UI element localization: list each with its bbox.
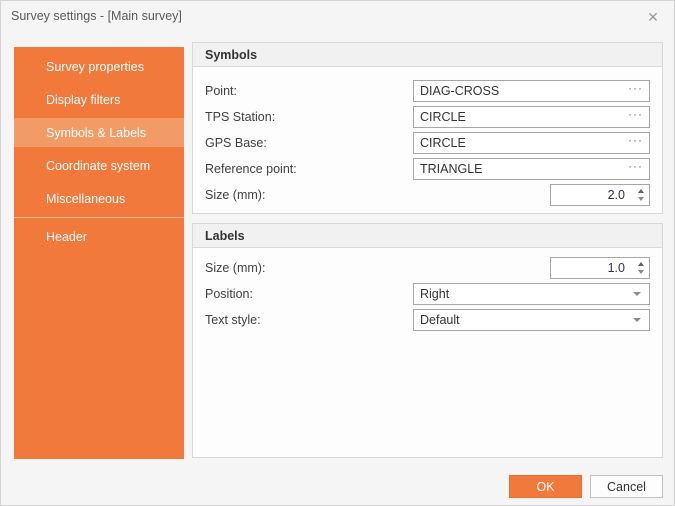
close-icon[interactable]: ✕ (644, 8, 662, 26)
sidebar-item-miscellaneous[interactable]: Miscellaneous (14, 184, 184, 213)
label-size-value: 1.0 (551, 261, 632, 275)
gps-base-symbol-value: CIRCLE (414, 136, 628, 150)
gps-base-symbol-field[interactable]: CIRCLE ··· (413, 132, 650, 154)
gps-base-label: GPS Base: (205, 136, 267, 150)
sidebar-item-label: Header (46, 230, 87, 244)
window-title: Survey settings - [Main survey] (11, 9, 182, 23)
point-row: Point: DIAG-CROSS ··· (205, 80, 650, 102)
label-size-row: Size (mm): 1.0 (205, 257, 650, 279)
text-style-label: Text style: (205, 313, 261, 327)
text-style-select[interactable]: Default (413, 309, 650, 331)
text-style-row: Text style: Default (205, 309, 650, 331)
symbol-size-stepper[interactable]: 2.0 (550, 184, 650, 206)
spin-up-icon[interactable] (638, 262, 644, 266)
point-symbol-value: DIAG-CROSS (414, 84, 628, 98)
sidebar-divider (14, 217, 184, 218)
reference-point-label: Reference point: (205, 162, 297, 176)
sidebar-item-symbols-labels[interactable]: Symbols & Labels (14, 118, 184, 147)
reference-point-symbol-field[interactable]: TRIANGLE ··· (413, 158, 650, 180)
symbol-size-value: 2.0 (551, 188, 632, 202)
ok-button[interactable]: OK (509, 475, 582, 498)
spin-down-icon[interactable] (638, 197, 644, 201)
browse-ellipsis-icon[interactable]: ··· (628, 109, 649, 125)
tps-station-symbol-field[interactable]: CIRCLE ··· (413, 106, 650, 128)
chevron-down-icon (633, 292, 641, 296)
sidebar-item-label: Symbols & Labels (46, 126, 146, 140)
spin-down-icon[interactable] (638, 270, 644, 274)
browse-ellipsis-icon[interactable]: ··· (628, 161, 649, 177)
sidebar-item-display-filters[interactable]: Display filters (14, 85, 184, 114)
label-position-label: Position: (205, 287, 253, 301)
label-size-label: Size (mm): (205, 261, 265, 275)
sidebar-item-header[interactable]: Header (14, 222, 184, 251)
symbols-group: Symbols Point: DIAG-CROSS ··· TPS Statio… (192, 42, 663, 214)
point-symbol-field[interactable]: DIAG-CROSS ··· (413, 80, 650, 102)
symbol-size-row: Size (mm): 2.0 (205, 184, 650, 206)
chevron-down-icon (633, 318, 641, 322)
tps-station-label: TPS Station: (205, 110, 275, 124)
labels-group-title: Labels (193, 224, 662, 248)
tps-station-symbol-value: CIRCLE (414, 110, 628, 124)
sidebar-item-label: Display filters (46, 93, 120, 107)
label-size-stepper[interactable]: 1.0 (550, 257, 650, 279)
sidebar-item-label: Survey properties (46, 60, 144, 74)
label-position-row: Position: Right (205, 283, 650, 305)
cancel-button[interactable]: Cancel (590, 475, 663, 498)
labels-group: Labels Size (mm): 1.0 Position: Right Te… (192, 223, 663, 458)
reference-point-symbol-value: TRIANGLE (414, 162, 628, 176)
settings-sidebar: Survey properties Display filters Symbol… (14, 47, 184, 459)
spinner-buttons (632, 185, 649, 205)
symbols-group-title: Symbols (193, 43, 662, 67)
browse-ellipsis-icon[interactable]: ··· (628, 83, 649, 99)
sidebar-item-label: Miscellaneous (46, 192, 125, 206)
spinner-buttons (632, 258, 649, 278)
sidebar-item-coordinate-system[interactable]: Coordinate system (14, 151, 184, 180)
tps-station-row: TPS Station: CIRCLE ··· (205, 106, 650, 128)
text-style-value: Default (414, 313, 633, 327)
sidebar-item-label: Coordinate system (46, 159, 150, 173)
browse-ellipsis-icon[interactable]: ··· (628, 135, 649, 151)
label-position-value: Right (414, 287, 633, 301)
symbol-size-label: Size (mm): (205, 188, 265, 202)
point-label: Point: (205, 84, 237, 98)
gps-base-row: GPS Base: CIRCLE ··· (205, 132, 650, 154)
label-position-select[interactable]: Right (413, 283, 650, 305)
reference-point-row: Reference point: TRIANGLE ··· (205, 158, 650, 180)
spin-up-icon[interactable] (638, 189, 644, 193)
sidebar-item-survey-properties[interactable]: Survey properties (14, 52, 184, 81)
